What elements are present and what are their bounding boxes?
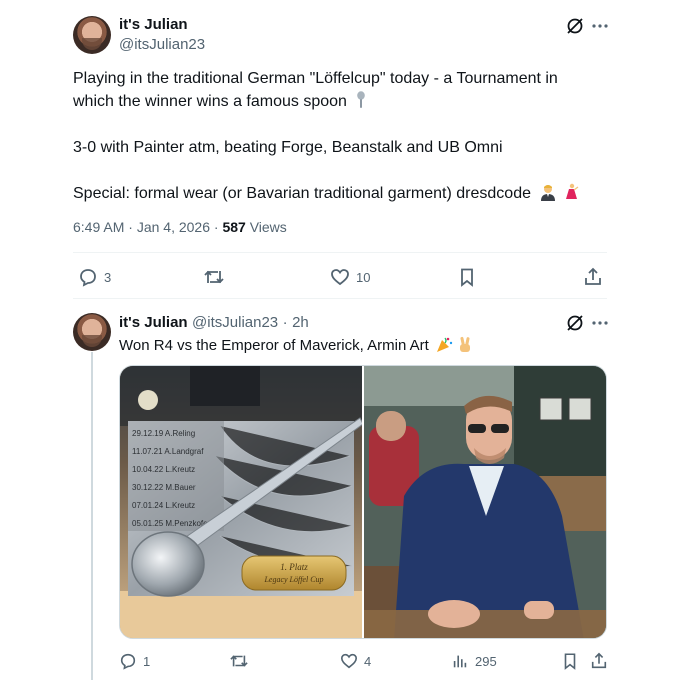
views-icon <box>451 652 469 670</box>
share-icon <box>583 267 603 287</box>
grok-icon[interactable] <box>565 16 585 36</box>
plaque-entry: 07.01.24 L.Kreutz <box>132 501 195 510</box>
retweet-icon <box>229 652 249 670</box>
tweet-time[interactable]: 6:49 AM <box>73 219 124 235</box>
retweet-button[interactable] <box>229 652 249 670</box>
reply-count: 3 <box>104 269 112 285</box>
like-button[interactable]: 4 <box>340 652 371 670</box>
plaque-entry: 11.07.21 A.Landgraf <box>132 447 204 456</box>
heart-icon <box>340 652 358 670</box>
divider <box>73 298 607 299</box>
more-icon[interactable] <box>590 16 610 36</box>
tweet-text: Playing in the traditional German "Löffe… <box>73 67 613 205</box>
views-label: Views <box>249 219 287 235</box>
like-count: 10 <box>356 269 371 285</box>
bookmark-button[interactable] <box>457 267 477 287</box>
reply-icon <box>78 267 98 287</box>
views-count: 295 <box>475 653 497 669</box>
bookmark-icon <box>457 267 477 287</box>
plate-line-2: Legacy Löffel Cup <box>263 575 323 584</box>
reply-text-content: Won R4 vs the Emperor of Maverick, Armin… <box>119 337 429 354</box>
author-handle[interactable]: @itsJulian23 <box>192 314 278 331</box>
more-icon[interactable] <box>590 313 610 333</box>
like-button[interactable]: 10 <box>330 267 370 287</box>
views-button[interactable]: 295 <box>451 652 497 670</box>
tweet-text-line: Special: formal wear (or Bavarian tradit… <box>73 185 531 202</box>
bookmark-icon <box>561 652 579 670</box>
meta-separator: · <box>128 219 137 235</box>
share-icon <box>590 652 608 670</box>
share-button[interactable] <box>583 267 603 287</box>
plate-line-1: 1. Platz <box>280 562 308 572</box>
dancer-emoji-icon <box>562 183 580 201</box>
thread-line <box>91 352 93 680</box>
player-photo[interactable] <box>364 366 606 638</box>
plaque-entry: 29.12.19 A.Reling <box>132 429 195 438</box>
avatar[interactable] <box>73 16 111 54</box>
tweet-text-line: which the winner wins a famous spoon <box>73 90 613 113</box>
spoon-emoji-icon <box>355 91 367 109</box>
like-count: 4 <box>364 653 372 669</box>
plaque-entry: 10.04.22 L.Kreutz <box>132 465 195 474</box>
tweet-date[interactable]: Jan 4, 2026 <box>137 219 210 235</box>
author-name[interactable]: it's Julian <box>119 314 188 331</box>
tweet-text-line: 3-0 with Painter atm, beating Forge, Bea… <box>73 139 503 156</box>
bookmark-button[interactable] <box>561 652 579 670</box>
plaque-entry: 30.12.22 M.Bauer <box>132 483 196 492</box>
heart-icon <box>330 267 350 287</box>
retweet-button[interactable] <box>203 267 225 287</box>
reply-icon <box>119 652 137 670</box>
retweet-icon <box>203 267 225 287</box>
reply-header: it's Julian @itsJulian23 · 2h <box>119 314 309 332</box>
tweet-meta: 6:49 AM · Jan 4, 2026 · 587 Views <box>73 219 287 235</box>
grok-icon[interactable] <box>565 313 585 333</box>
tweet-text-line: Playing in the traditional German "Löffe… <box>73 70 558 87</box>
media-grid[interactable]: 29.12.19 A.Reling 11.07.21 A.Landgraf 10… <box>119 365 607 639</box>
reply-button[interactable]: 1 <box>119 652 150 670</box>
author-name[interactable]: it's Julian <box>119 16 188 33</box>
views-count: 587 <box>222 219 246 235</box>
divider <box>73 252 607 253</box>
plaque-entry: 05.01.25 M.Penzkofer <box>132 519 211 528</box>
tweet-text-line: Special: formal wear (or Bavarian tradit… <box>73 182 613 205</box>
share-button[interactable] <box>590 652 608 670</box>
author-handle[interactable]: @itsJulian23 <box>119 36 205 53</box>
reply-count: 1 <box>143 653 151 669</box>
reply-text: Won R4 vs the Emperor of Maverick, Armin… <box>119 336 473 356</box>
tweet-text-line: which the winner wins a famous spoon <box>73 93 347 110</box>
avatar[interactable] <box>73 313 111 351</box>
meta-separator: · <box>282 314 288 331</box>
victory-hand-emoji-icon <box>457 336 473 353</box>
tweet-age[interactable]: 2h <box>292 314 309 331</box>
trophy-photo[interactable]: 29.12.19 A.Reling 11.07.21 A.Landgraf 10… <box>120 366 362 638</box>
man-in-tuxedo-emoji-icon <box>539 183 557 201</box>
party-popper-emoji-icon <box>436 336 453 353</box>
reply-button[interactable]: 3 <box>78 267 111 287</box>
